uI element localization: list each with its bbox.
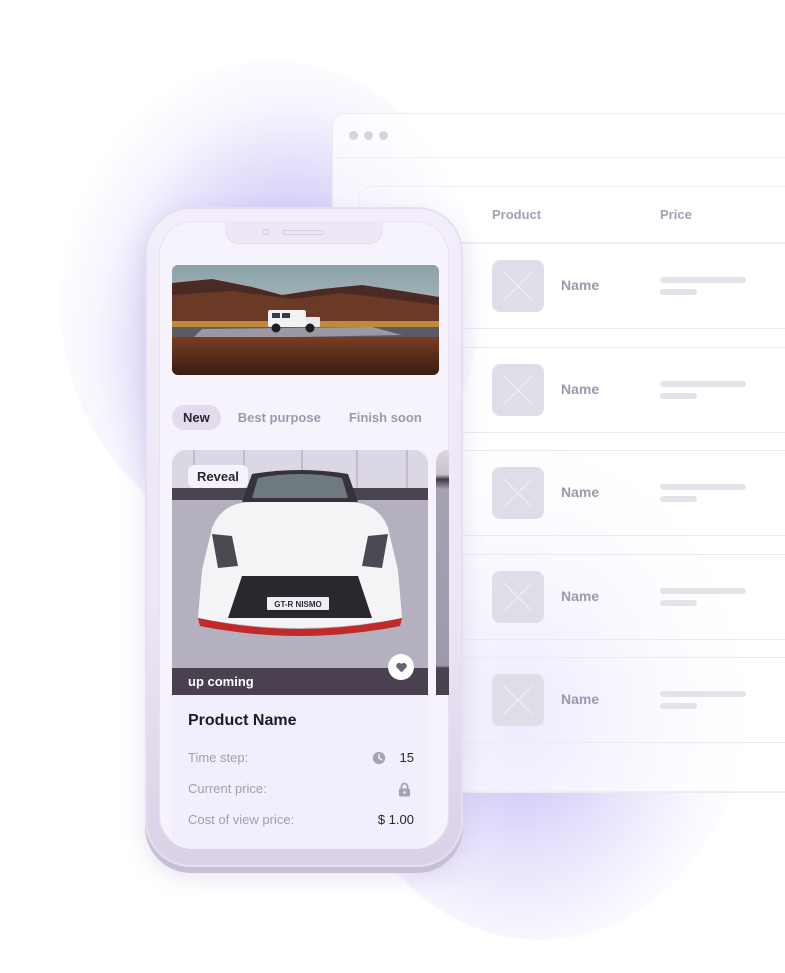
info-label: Time step: (188, 750, 249, 765)
price-placeholder-line (660, 600, 697, 606)
category-tabs: New Best purpose Finish soon (172, 405, 439, 430)
license-plate: GT-R NISMO (274, 600, 322, 609)
browser-titlebar (333, 114, 785, 158)
tab-finish-soon[interactable]: Finish soon (338, 405, 433, 430)
column-header-price: Price (660, 207, 692, 222)
info-row-current-price: Current price: (188, 781, 414, 799)
tab-best-purpose[interactable]: Best purpose (227, 405, 332, 430)
row-name: Name (561, 381, 600, 397)
image-placeholder-icon (492, 674, 544, 726)
phone-screen: New Best purpose Finish soon GT-R NISMO … (159, 221, 449, 849)
product-image: GT-R NISMO Reveal (172, 450, 428, 668)
banner-image[interactable] (172, 265, 439, 375)
price-placeholder-line (660, 484, 746, 490)
tab-new[interactable]: New (172, 405, 221, 430)
next-product-card[interactable] (436, 450, 449, 695)
info-label: Current price: (188, 781, 267, 796)
speaker-icon (282, 230, 324, 235)
price-placeholder-line (660, 703, 697, 709)
info-row-time-step: Time step: 15 (188, 750, 414, 768)
phone-mockup: New Best purpose Finish soon GT-R NISMO … (145, 207, 463, 867)
image-placeholder-icon (492, 364, 544, 416)
price-placeholder-line (660, 496, 697, 502)
heart-icon (395, 662, 407, 672)
price-placeholder-line (660, 588, 746, 594)
phone-notch (225, 221, 383, 243)
image-placeholder-icon (492, 571, 544, 623)
price-placeholder-line (660, 393, 697, 399)
clock-icon (372, 751, 386, 765)
image-placeholder-icon (492, 467, 544, 519)
row-name: Name (561, 484, 600, 500)
price-placeholder-line (660, 289, 697, 295)
price-placeholder-line (660, 277, 746, 283)
price-placeholder-line (660, 691, 746, 697)
window-dot (379, 131, 388, 140)
column-header-product: Product (492, 207, 542, 222)
status-text: up coming (188, 674, 254, 689)
camera-icon (263, 229, 269, 235)
product-card[interactable]: GT-R NISMO Reveal up coming Product Name… (172, 450, 428, 849)
info-row-cost-of-view: Cost of view price: $ 1.00 (188, 812, 414, 830)
product-name: Product Name (188, 712, 297, 729)
info-label: Cost of view price: (188, 812, 295, 827)
favorite-button[interactable] (388, 654, 414, 680)
window-dot (349, 131, 358, 140)
info-value: $ 1.00 (377, 812, 414, 827)
row-name: Name (561, 588, 600, 604)
window-dot (364, 131, 373, 140)
price-placeholder-line (660, 381, 746, 387)
lock-icon[interactable] (398, 782, 411, 797)
reveal-badge[interactable]: Reveal (188, 465, 248, 488)
row-name: Name (561, 277, 600, 293)
image-placeholder-icon (492, 260, 544, 312)
row-name: Name (561, 691, 600, 707)
info-value: 15 (399, 750, 414, 765)
